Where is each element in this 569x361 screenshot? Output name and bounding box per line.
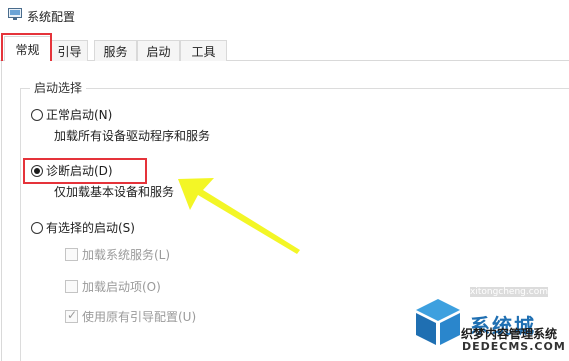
title-bar: 系统配置 — [0, 0, 569, 30]
group-title: 启动选择 — [30, 79, 87, 96]
load-system-services-checkbox[interactable] — [65, 248, 78, 261]
diagnostic-startup-description: 仅加载基本设备和服务 — [54, 185, 175, 199]
normal-startup-label[interactable]: 正常启动(N) — [46, 106, 112, 123]
load-startup-items-checkbox[interactable] — [65, 280, 78, 293]
selective-startup-label[interactable]: 有选择的启动(S) — [46, 219, 135, 236]
use-original-boot-config-label: 使用原有引导配置(U) — [82, 310, 197, 324]
msconfig-icon — [8, 8, 22, 20]
selective-startup-radio[interactable] — [31, 222, 43, 234]
tab-boot[interactable]: 引导 — [51, 40, 88, 61]
tab-startup[interactable]: 启动 — [137, 40, 180, 61]
watermark-url-bottom: DEDECMS.COM — [462, 340, 566, 353]
windows-logo-watermark — [416, 299, 460, 345]
radio-selected-dot — [34, 168, 40, 174]
normal-startup-radio[interactable] — [31, 109, 43, 121]
watermark-url-top: xitongcheng.com — [470, 287, 548, 297]
diagnostic-startup-label[interactable]: 诊断启动(D) — [46, 162, 113, 179]
checkmark-icon: ✓ — [67, 308, 78, 322]
window-title: 系统配置 — [27, 10, 76, 24]
diagnostic-startup-radio[interactable] — [31, 165, 43, 177]
use-original-boot-config-checkbox[interactable]: ✓ — [65, 308, 78, 323]
load-startup-items-label: 加载启动项(O) — [82, 280, 161, 294]
normal-startup-description: 加载所有设备驱动程序和服务 — [54, 129, 211, 143]
tab-general[interactable]: 常规 — [4, 36, 51, 62]
tab-tools[interactable]: 工具 — [180, 40, 227, 61]
arrow-annotation — [178, 178, 300, 254]
tab-services[interactable]: 服务 — [94, 40, 137, 61]
load-system-services-label: 加载系统服务(L) — [82, 248, 171, 262]
